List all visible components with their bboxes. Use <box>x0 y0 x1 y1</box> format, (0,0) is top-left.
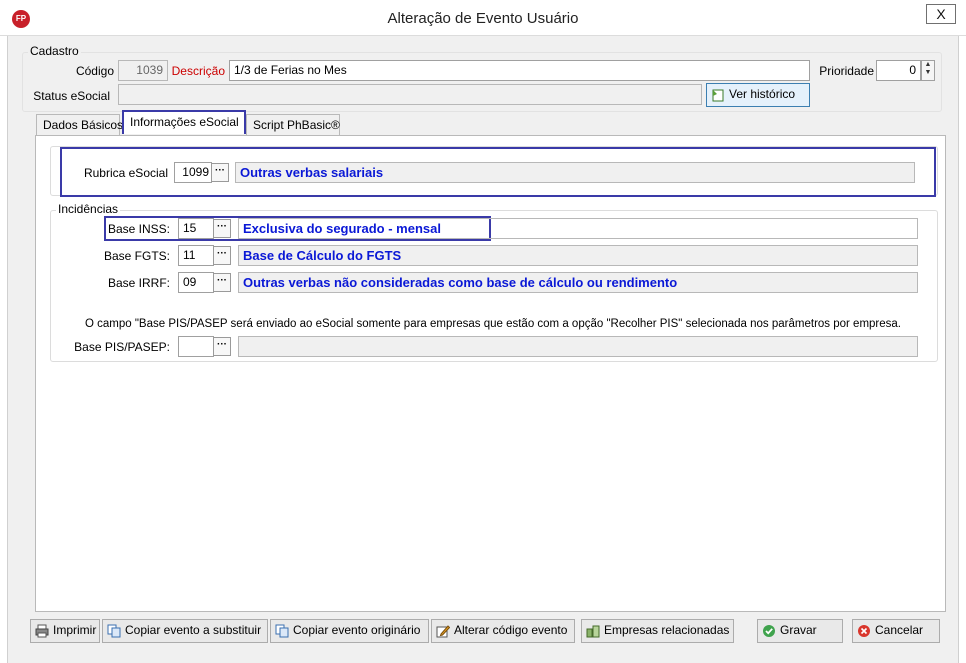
base-inss-code-field[interactable]: 15 <box>178 218 214 239</box>
base-fgts-description-field: Base de Cálculo do FGTS <box>238 245 918 266</box>
base-irrf-lookup-button[interactable]: ··· <box>213 273 231 292</box>
incidencias-group-label: Incidências <box>56 202 121 216</box>
tab-script-phbasic[interactable]: Script PhBasic® <box>246 114 340 136</box>
alterar-codigo-evento-button[interactable]: Alterar código evento <box>431 619 575 643</box>
check-icon <box>762 624 776 638</box>
rubrica-description-text: Outras verbas salariais <box>240 165 384 180</box>
base-irrf-description-text: Outras verbas não consideradas como base… <box>243 275 678 290</box>
base-inss-label: Base INSS: <box>107 222 170 236</box>
base-pis-pasep-description-field <box>238 336 918 357</box>
base-irrf-description-field: Outras verbas não consideradas como base… <box>238 272 918 293</box>
alterar-codigo-evento-label: Alterar código evento <box>454 623 568 637</box>
cancel-icon <box>857 624 871 638</box>
cancelar-label: Cancelar <box>875 623 924 637</box>
base-inss-description-text: Exclusiva do segurado - mensal <box>243 221 441 236</box>
cadastro-group-label: Cadastro <box>28 44 81 58</box>
window-title: Alteração de Evento Usuário <box>387 10 579 27</box>
base-pis-pasep-lookup-button[interactable]: ··· <box>213 337 231 356</box>
descricao-field[interactable]: 1/3 de Ferias no Mes <box>229 60 810 81</box>
title-bar: FP Alteração de Evento Usuário X <box>0 0 966 36</box>
copiar-evento-originario-label: Copiar evento originário <box>293 623 421 637</box>
base-fgts-code-field[interactable]: 11 <box>178 245 214 266</box>
gravar-button[interactable]: Gravar <box>757 619 843 643</box>
gravar-label: Gravar <box>780 623 817 637</box>
prioridade-spinner[interactable]: ▲ ▼ <box>921 60 935 81</box>
base-pis-pasep-code-field[interactable] <box>178 336 214 357</box>
copy-icon <box>107 624 121 638</box>
descricao-label: Descrição <box>171 64 225 78</box>
status-esocial-label: Status eSocial <box>33 89 110 103</box>
base-fgts-lookup-button[interactable]: ··· <box>213 246 231 265</box>
printer-icon <box>35 624 49 638</box>
imprimir-button[interactable]: Imprimir <box>30 619 100 643</box>
copiar-evento-substituir-button[interactable]: Copiar evento a substituir <box>102 619 268 643</box>
window-frame-right <box>958 36 966 663</box>
base-inss-description-field: Exclusiva do segurado - mensal <box>238 218 918 239</box>
codigo-field[interactable]: 1039 <box>118 60 168 81</box>
edit-icon <box>436 624 451 638</box>
base-fgts-description-text: Base de Cálculo do FGTS <box>243 248 402 263</box>
empresas-relacionadas-button[interactable]: Empresas relacionadas <box>581 619 734 643</box>
prioridade-label: Prioridade <box>819 64 874 78</box>
tab-panel <box>35 135 946 612</box>
tab-dados-basicos[interactable]: Dados Básicos <box>36 114 123 136</box>
base-irrf-label: Base IRRF: <box>107 276 170 290</box>
copy-icon <box>275 624 289 638</box>
base-inss-lookup-button[interactable]: ··· <box>213 219 231 238</box>
document-history-icon <box>711 88 725 102</box>
rubrica-code-field[interactable]: 1099 <box>174 162 212 183</box>
rubrica-esocial-label: Rubrica eSocial <box>83 166 168 180</box>
base-fgts-label: Base FGTS: <box>103 249 170 263</box>
base-irrf-code-field[interactable]: 09 <box>178 272 214 293</box>
pis-pasep-note: O campo "Base PIS/PASEP será enviado ao … <box>85 318 901 330</box>
ver-historico-button[interactable]: Ver histórico <box>706 83 810 107</box>
copiar-evento-originario-button[interactable]: Copiar evento originário <box>270 619 429 643</box>
codigo-label: Código <box>75 64 114 78</box>
status-esocial-field <box>118 84 702 105</box>
rubrica-lookup-button[interactable]: ··· <box>211 163 229 182</box>
companies-icon <box>586 624 600 638</box>
imprimir-label: Imprimir <box>53 623 97 637</box>
base-pis-pasep-label: Base PIS/PASEP: <box>74 340 170 354</box>
rubrica-description-field: Outras verbas salariais <box>235 162 915 183</box>
ver-historico-label: Ver histórico <box>729 87 796 101</box>
empresas-relacionadas-label: Empresas relacionadas <box>604 623 730 637</box>
tab-informacoes-esocial[interactable]: Informações eSocial <box>122 110 246 134</box>
window-frame-left <box>0 36 8 663</box>
cancelar-button[interactable]: Cancelar <box>852 619 940 643</box>
copiar-evento-substituir-label: Copiar evento a substituir <box>125 623 262 637</box>
prioridade-field[interactable]: 0 <box>876 60 921 81</box>
close-button[interactable]: X <box>926 4 956 24</box>
